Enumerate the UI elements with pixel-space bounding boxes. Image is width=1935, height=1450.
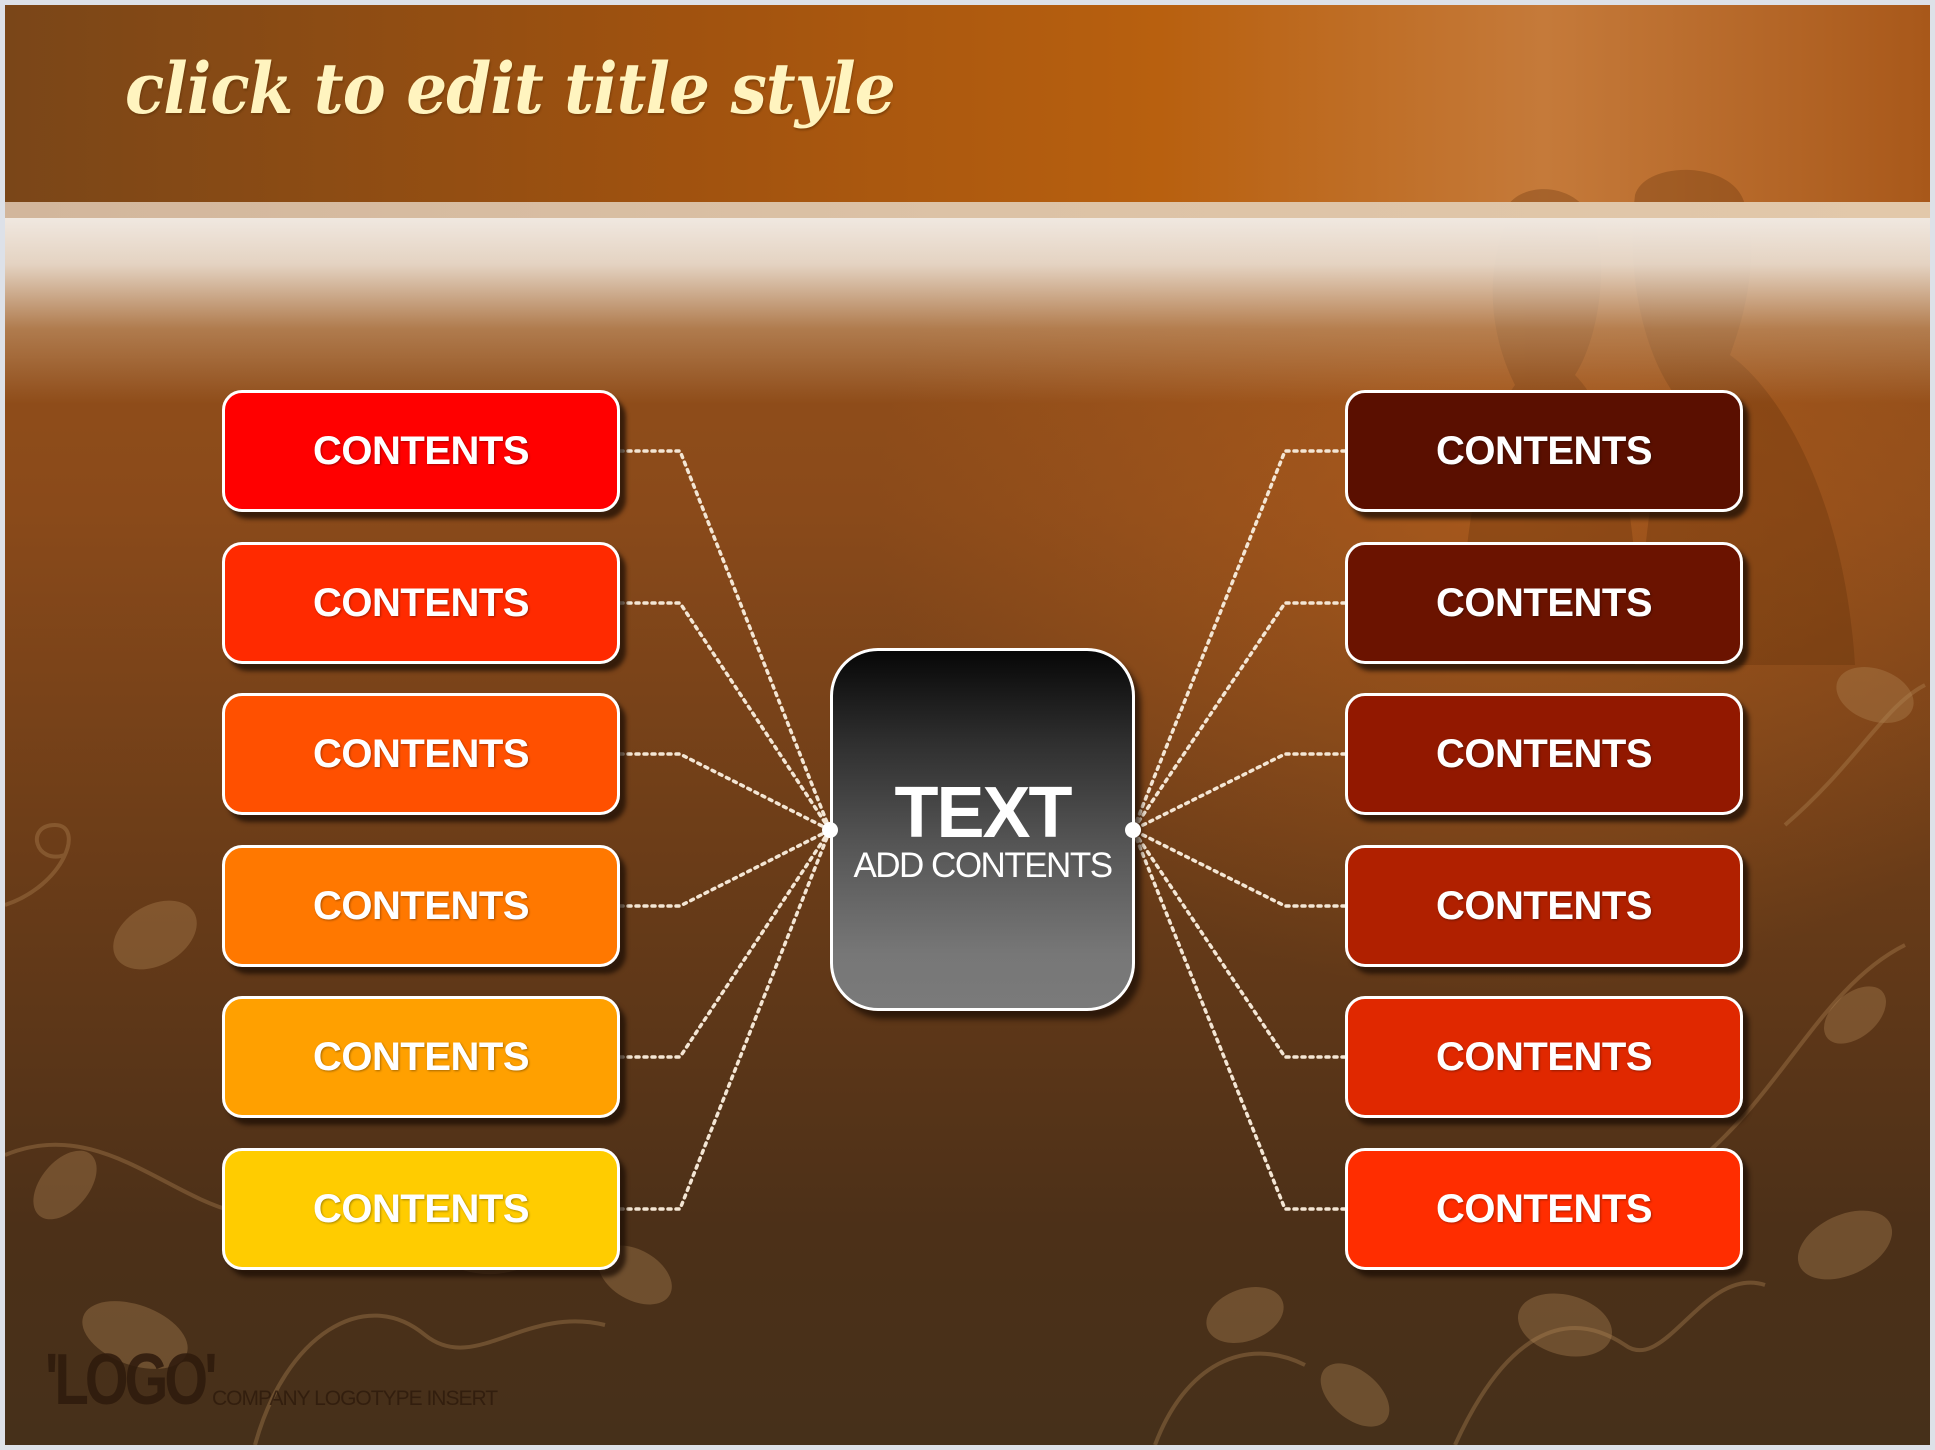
content-label: CONTENTS bbox=[313, 1186, 530, 1231]
content-label: CONTENTS bbox=[313, 580, 530, 625]
left-content-box-2[interactable]: CONTENTS bbox=[222, 542, 620, 664]
center-title: TEXT bbox=[894, 773, 1072, 853]
content-label: CONTENTS bbox=[1436, 731, 1653, 776]
right-connector-dot bbox=[1125, 822, 1141, 838]
left-connector-dot bbox=[822, 822, 838, 838]
right-connector-1 bbox=[1131, 449, 1347, 832]
right-connector-2 bbox=[1131, 601, 1347, 832]
right-content-box-4[interactable]: CONTENTS bbox=[1345, 845, 1743, 967]
content-label: CONTENTS bbox=[1436, 428, 1653, 473]
logo-mark: 'LOGO' bbox=[45, 1340, 218, 1420]
left-connector-2 bbox=[618, 601, 832, 832]
left-connector-6 bbox=[618, 828, 832, 1211]
left-content-box-1[interactable]: CONTENTS bbox=[222, 390, 620, 512]
content-label: CONTENTS bbox=[313, 731, 530, 776]
right-connector-3 bbox=[1131, 752, 1347, 832]
left-connector-5 bbox=[618, 828, 832, 1059]
right-connector-6 bbox=[1131, 828, 1347, 1211]
left-connector-4 bbox=[618, 828, 832, 908]
slide: click to edit title style CONTENTS CONTE… bbox=[5, 5, 1930, 1445]
left-connector-3 bbox=[618, 752, 832, 832]
right-connector-5 bbox=[1131, 828, 1347, 1059]
right-content-box-3[interactable]: CONTENTS bbox=[1345, 693, 1743, 815]
left-content-box-6[interactable]: CONTENTS bbox=[222, 1148, 620, 1270]
left-connector-1 bbox=[618, 449, 832, 832]
content-label: CONTENTS bbox=[1436, 580, 1653, 625]
content-label: CONTENTS bbox=[313, 883, 530, 928]
right-content-box-2[interactable]: CONTENTS bbox=[1345, 542, 1743, 664]
content-label: CONTENTS bbox=[1436, 883, 1653, 928]
center-hub-box[interactable]: TEXT ADD CONTENTS bbox=[830, 648, 1135, 1011]
left-content-box-3[interactable]: CONTENTS bbox=[222, 693, 620, 815]
right-content-box-1[interactable]: CONTENTS bbox=[1345, 390, 1743, 512]
left-content-box-4[interactable]: CONTENTS bbox=[222, 845, 620, 967]
content-label: CONTENTS bbox=[1436, 1034, 1653, 1079]
right-content-box-6[interactable]: CONTENTS bbox=[1345, 1148, 1743, 1270]
content-label: CONTENTS bbox=[313, 1034, 530, 1079]
content-label: CONTENTS bbox=[1436, 1186, 1653, 1231]
center-subtitle: ADD CONTENTS bbox=[853, 846, 1113, 885]
content-label: CONTENTS bbox=[313, 428, 530, 473]
left-content-box-5[interactable]: CONTENTS bbox=[222, 996, 620, 1118]
logo-tagline: COMPANY LOGOTYPE INSERT bbox=[212, 1387, 498, 1410]
right-content-box-5[interactable]: CONTENTS bbox=[1345, 996, 1743, 1118]
right-connector-4 bbox=[1131, 828, 1347, 908]
